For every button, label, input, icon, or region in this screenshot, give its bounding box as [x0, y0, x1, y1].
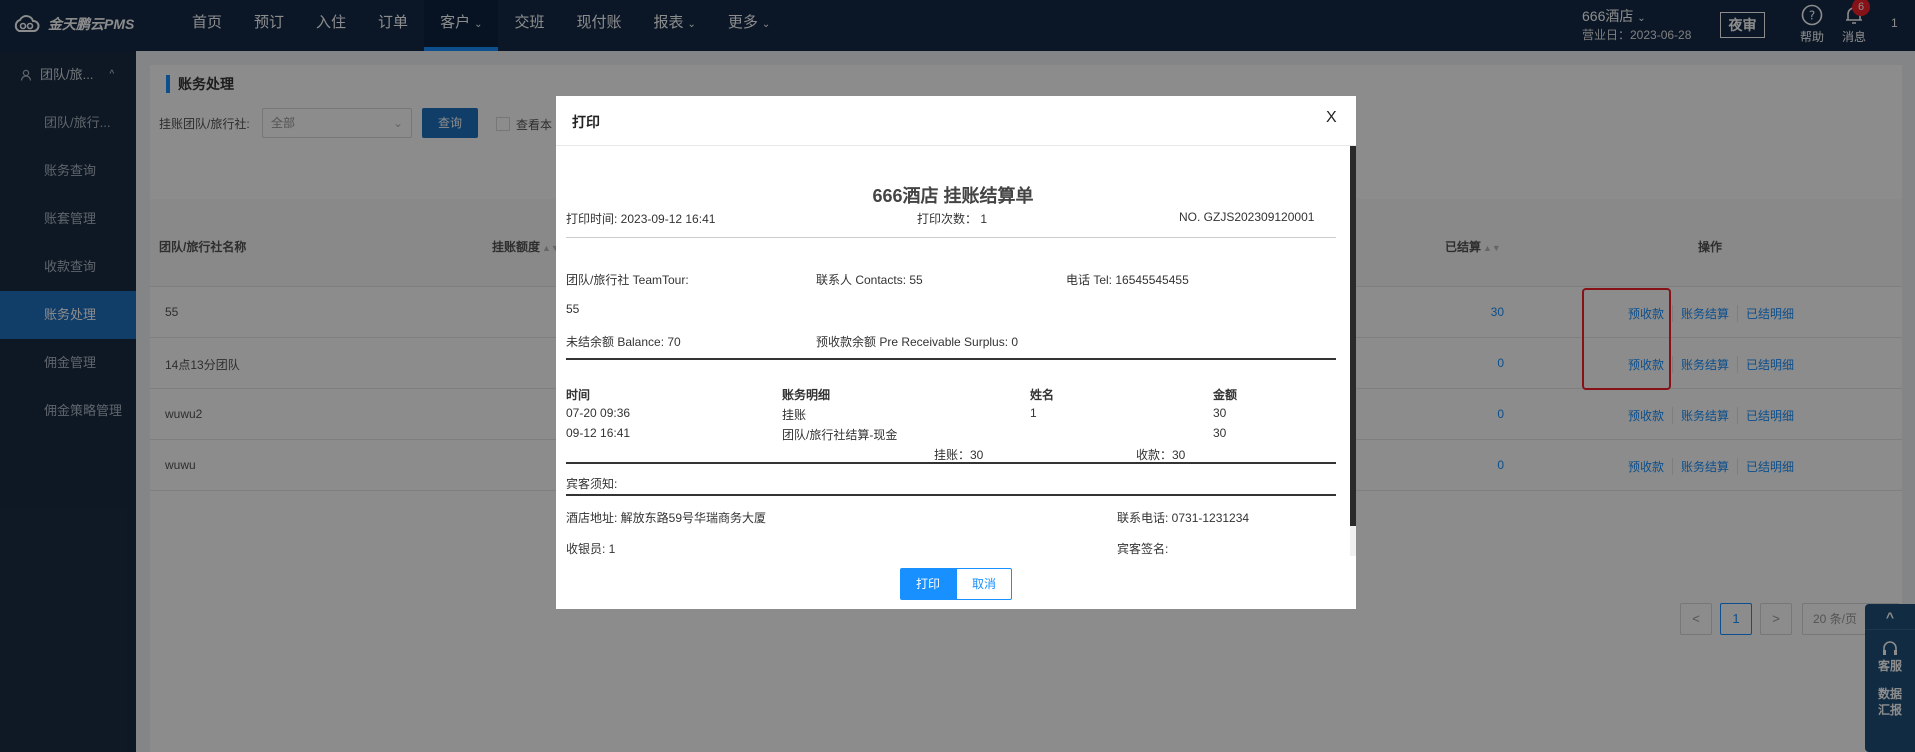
print-preview[interactable]: 666酒店 挂账结算单 打印时间: 2023-09-12 16:41 打印次数：…: [556, 146, 1350, 556]
balance: 未结余额 Balance: 70: [566, 335, 681, 349]
print-dialog: 打印 X 666酒店 挂账结算单 打印时间: 2023-09-12 16:41 …: [556, 96, 1356, 609]
document-title: 666酒店 挂账结算单: [872, 186, 1034, 206]
divider: [566, 237, 1336, 238]
col-detail: 账务明细: [782, 388, 831, 402]
detail-name: 1: [1030, 406, 1037, 420]
prepay-surplus: 预收款余额 Pre Receivable Surplus: 0: [816, 335, 1019, 349]
guest-signature: 宾客签名:: [1117, 542, 1169, 556]
telephone: 电话 Tel: 16545545455: [1066, 273, 1189, 287]
col-amount: 金额: [1213, 388, 1238, 402]
print-count: 打印次数： 1: [917, 212, 988, 226]
detail-item: 挂账: [782, 408, 807, 422]
hotel-address: 酒店地址: 解放东路59号华瑞商务大厦: [566, 511, 767, 525]
detail-amount: 30: [1213, 406, 1227, 420]
dialog-title: 打印: [572, 114, 600, 130]
sum-receive: 收款：30: [1136, 448, 1186, 462]
close-button[interactable]: X: [1326, 109, 1337, 127]
close-icon: X: [1326, 109, 1337, 126]
detail-amount: 30: [1213, 426, 1227, 440]
print-time: 打印时间: 2023-09-12 16:41: [566, 212, 716, 226]
team-value: 55: [566, 302, 580, 316]
sum-charge: 挂账：30: [934, 448, 984, 462]
print-button[interactable]: 打印: [900, 568, 956, 600]
divider: [566, 494, 1336, 496]
guest-notice: 宾客须知:: [566, 477, 618, 491]
col-time: 时间: [566, 388, 591, 402]
cashier: 收银员: 1: [566, 542, 616, 556]
divider: [566, 462, 1336, 464]
detail-time: 09-12 16:41: [566, 426, 631, 440]
divider: [566, 358, 1336, 360]
cancel-button[interactable]: 取消: [956, 568, 1012, 600]
detail-item: 团队/旅行社结算-现金: [782, 428, 898, 442]
document-number: NO. GZJS202309120001: [1179, 210, 1315, 224]
team-label: 团队/旅行社 TeamTour:: [566, 273, 689, 287]
contact: 联系人 Contacts: 55: [816, 273, 923, 287]
hotel-phone: 联系电话: 0731-1231234: [1117, 511, 1250, 525]
detail-time: 07-20 09:36: [566, 406, 631, 420]
col-name: 姓名: [1030, 388, 1055, 402]
scrollbar-thumb[interactable]: [1350, 146, 1356, 526]
